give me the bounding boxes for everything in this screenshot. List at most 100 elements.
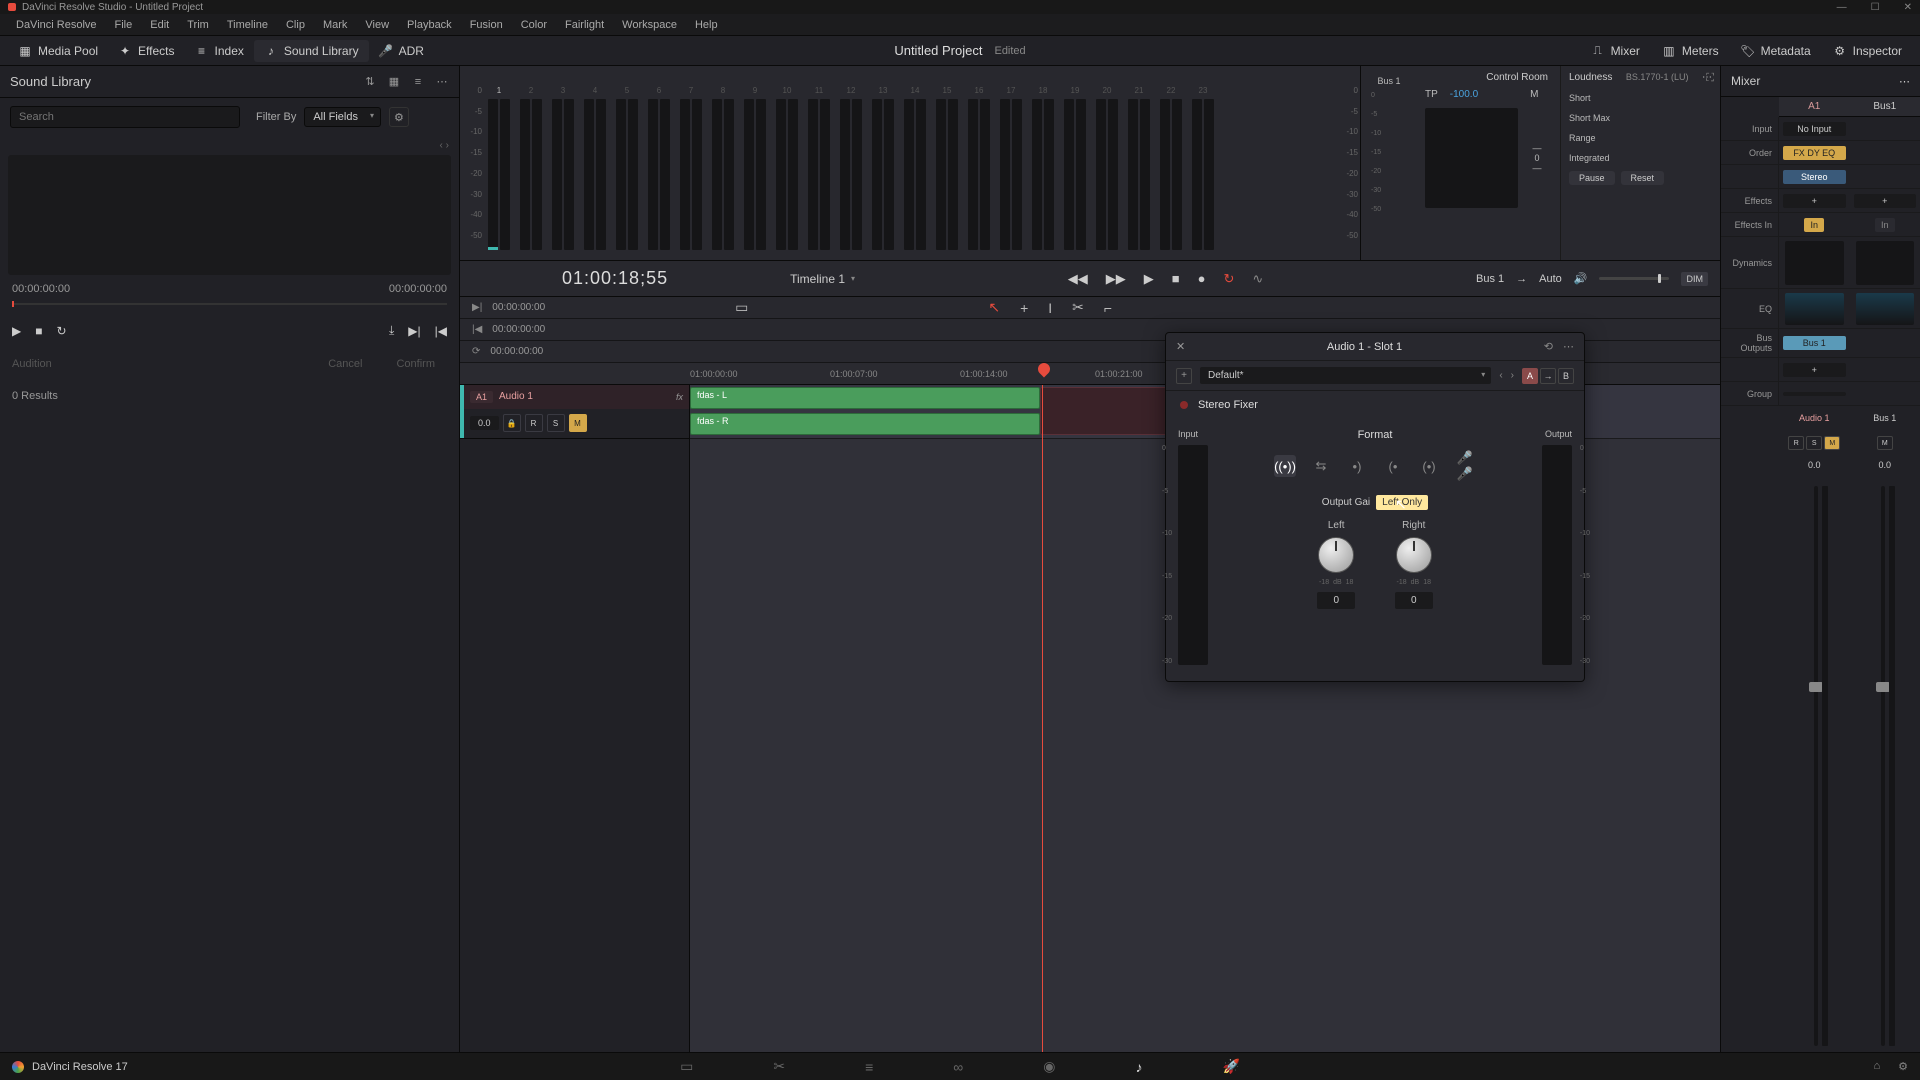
track-lock-icon[interactable]: 🔒 bbox=[503, 414, 521, 432]
fairlight-page-icon[interactable]: ♪ bbox=[1135, 1059, 1142, 1075]
track-header-a1[interactable]: A1 Audio 1 fx 0.0 🔒 R S M bbox=[460, 385, 689, 439]
home-icon[interactable]: ⌂ bbox=[1873, 1060, 1880, 1073]
arm-button[interactable]: R bbox=[1788, 436, 1804, 450]
add-preset-icon[interactable]: + bbox=[1176, 368, 1192, 384]
fusion-page-icon[interactable]: ∞ bbox=[953, 1059, 963, 1075]
solo-button[interactable]: S bbox=[1806, 436, 1822, 450]
prev-clip-icon[interactable]: ▶| bbox=[408, 324, 420, 338]
right-gain-knob[interactable] bbox=[1396, 537, 1432, 573]
add-effect-button[interactable]: + bbox=[1783, 194, 1846, 208]
play-icon[interactable]: ▶ bbox=[12, 324, 21, 338]
menu-timeline[interactable]: Timeline bbox=[219, 17, 276, 33]
filter-settings-icon[interactable]: ⚙ bbox=[389, 107, 409, 127]
format-mic-icon[interactable]: 🎤🎤 bbox=[1454, 455, 1476, 477]
close-icon[interactable]: ✕ bbox=[1176, 340, 1185, 353]
menu-mark[interactable]: Mark bbox=[315, 17, 355, 33]
preset-prev-icon[interactable]: ‹ bbox=[1499, 370, 1502, 381]
track-solo-button[interactable]: S bbox=[547, 414, 565, 432]
forward-icon[interactable]: ▶▶ bbox=[1106, 271, 1126, 287]
close-icon[interactable]: ✕ bbox=[1904, 2, 1912, 13]
pause-button[interactable]: Pause bbox=[1569, 171, 1615, 185]
settings-icon[interactable]: ⚙ bbox=[1898, 1060, 1908, 1073]
compare-b-button[interactable]: B bbox=[1558, 368, 1574, 384]
selection-tool-icon[interactable]: ↖ bbox=[988, 299, 1000, 316]
compare-arrow-icon[interactable]: → bbox=[1540, 368, 1556, 384]
audio-clip-l[interactable]: fdas - L bbox=[690, 387, 1040, 409]
resolve-logo-icon[interactable] bbox=[12, 1061, 24, 1073]
audio-clip-r[interactable]: fdas - R bbox=[690, 413, 1040, 435]
range-tool-icon[interactable]: I bbox=[1048, 300, 1052, 316]
dynamics-graph[interactable] bbox=[1856, 241, 1915, 285]
menu-help[interactable]: Help bbox=[687, 17, 726, 33]
track-volume[interactable]: 0.0 bbox=[470, 416, 499, 430]
more-icon[interactable]: ⋯ bbox=[1899, 75, 1910, 88]
bus-output[interactable]: Bus 1 bbox=[1783, 336, 1846, 350]
clip-extend[interactable] bbox=[1040, 387, 1180, 435]
compare-a-button[interactable]: A bbox=[1522, 368, 1538, 384]
color-page-icon[interactable]: ◉ bbox=[1043, 1058, 1055, 1075]
mixer-button[interactable]: ⎍Mixer bbox=[1581, 40, 1650, 62]
effects-in-badge[interactable]: In bbox=[1875, 218, 1895, 232]
blade-tool-icon[interactable]: ✂ bbox=[1072, 299, 1084, 316]
media-page-icon[interactable]: ▭ bbox=[680, 1058, 693, 1075]
stop-icon[interactable]: ■ bbox=[1172, 271, 1180, 286]
insert-icon[interactable]: ⤓ bbox=[389, 323, 394, 338]
adr-button[interactable]: 🎤ADR bbox=[369, 40, 434, 62]
fx-enable-toggle[interactable] bbox=[1180, 401, 1188, 409]
menu-trim[interactable]: Trim bbox=[179, 17, 217, 33]
layout-icon[interactable]: ▭ bbox=[735, 299, 748, 316]
inspector-button[interactable]: ⚙Inspector bbox=[1823, 40, 1912, 62]
preset-next-icon[interactable]: › bbox=[1511, 370, 1514, 381]
next-clip-icon[interactable]: |◀ bbox=[435, 324, 447, 338]
format-left-only-icon[interactable]: (• bbox=[1382, 455, 1404, 477]
format-swap-icon[interactable]: ⇆ bbox=[1310, 455, 1332, 477]
add-effect-button[interactable]: + bbox=[1854, 194, 1917, 208]
eq-graph[interactable] bbox=[1856, 293, 1915, 325]
reset-button[interactable]: Reset bbox=[1621, 171, 1665, 185]
mute-button[interactable]: M bbox=[1824, 436, 1840, 450]
volume-slider[interactable] bbox=[1599, 277, 1669, 280]
list-view-icon[interactable]: ≡ bbox=[411, 75, 425, 89]
stop-icon[interactable]: ■ bbox=[35, 324, 42, 338]
menu-playback[interactable]: Playback bbox=[399, 17, 460, 33]
menu-edit[interactable]: Edit bbox=[142, 17, 177, 33]
meters-button[interactable]: ▥Meters bbox=[1652, 40, 1729, 62]
menu-fairlight[interactable]: Fairlight bbox=[557, 17, 612, 33]
auto-label[interactable]: Auto bbox=[1539, 273, 1562, 285]
play-icon[interactable]: ▶ bbox=[1144, 271, 1154, 287]
bus-label[interactable]: Bus 1 bbox=[1476, 273, 1504, 285]
snap-icon[interactable]: ⌐ bbox=[1104, 300, 1112, 316]
speaker-icon[interactable]: 🔊 bbox=[1574, 272, 1588, 285]
more-icon[interactable]: ⋯ bbox=[1563, 340, 1574, 353]
track-arm-button[interactable]: R bbox=[525, 414, 543, 432]
input-selector[interactable]: No Input bbox=[1783, 122, 1846, 136]
playhead-marker[interactable] bbox=[1036, 361, 1053, 378]
effects-button[interactable]: ✦Effects bbox=[108, 40, 184, 62]
loop-icon[interactable]: ↻ bbox=[1223, 271, 1234, 287]
preset-dropdown[interactable]: Default* bbox=[1200, 367, 1491, 384]
cancel-button[interactable]: Cancel bbox=[316, 354, 374, 374]
eq-graph[interactable] bbox=[1785, 293, 1844, 325]
timeline-selector[interactable]: Timeline 1▾ bbox=[790, 272, 855, 286]
tc-value-1[interactable]: 00:00:00:00 bbox=[492, 302, 545, 313]
deliver-page-icon[interactable]: 🚀 bbox=[1222, 1058, 1239, 1075]
format-stereo-icon[interactable]: ((•)) bbox=[1274, 455, 1296, 477]
format-right-icon[interactable]: •) bbox=[1346, 455, 1368, 477]
fader-bus1[interactable] bbox=[1881, 486, 1885, 1046]
cut-page-icon[interactable]: ✂ bbox=[773, 1058, 785, 1075]
menu-fusion[interactable]: Fusion bbox=[462, 17, 511, 33]
preview-scrub[interactable] bbox=[12, 303, 447, 305]
menu-clip[interactable]: Clip bbox=[278, 17, 313, 33]
more-icon[interactable]: ⋯ bbox=[435, 75, 449, 89]
menu-workspace[interactable]: Workspace bbox=[614, 17, 685, 33]
order-badge[interactable]: FX DY EQ bbox=[1783, 146, 1846, 160]
track-mute-button[interactable]: M bbox=[569, 414, 587, 432]
edit-page-icon[interactable]: ≡ bbox=[865, 1059, 873, 1075]
nav-next-icon[interactable]: › bbox=[446, 140, 449, 151]
nav-prev-icon[interactable]: ‹ bbox=[440, 140, 443, 151]
metadata-button[interactable]: 🏷Metadata bbox=[1731, 40, 1821, 62]
loop-icon[interactable]: ↻ bbox=[56, 324, 66, 338]
playhead-line[interactable] bbox=[1042, 385, 1043, 1052]
grid-view-icon[interactable]: ▦ bbox=[387, 75, 401, 89]
filter-dropdown[interactable]: All Fields bbox=[304, 107, 381, 127]
